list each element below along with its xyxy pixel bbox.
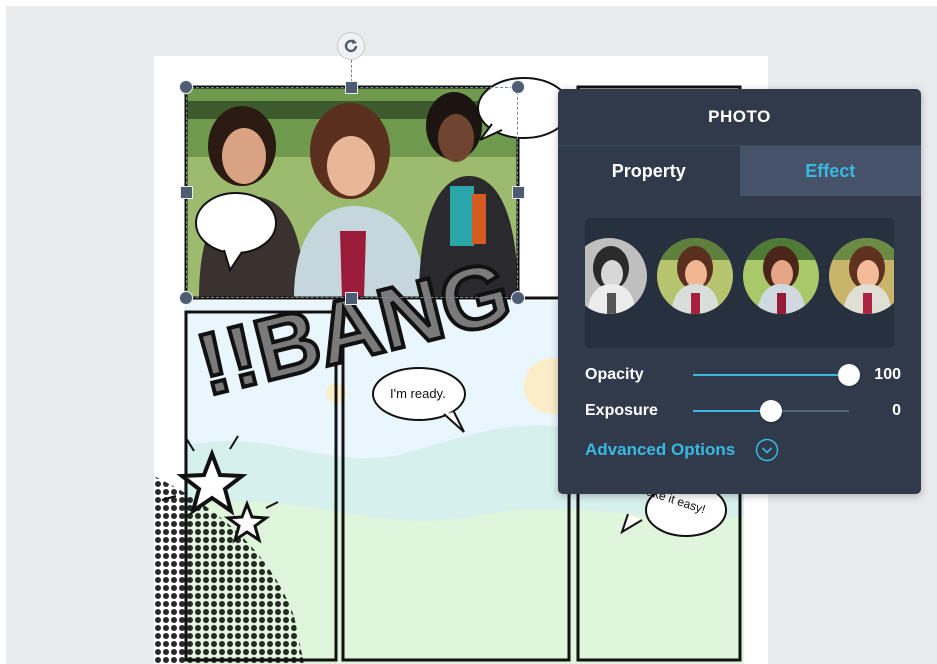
advanced-options-toggle[interactable]: Advanced Options: [585, 437, 779, 463]
filter-list: [585, 218, 894, 348]
tab-effect[interactable]: Effect: [739, 146, 921, 196]
resize-handle-top-right[interactable]: [511, 80, 525, 94]
resize-handle-right[interactable]: [512, 186, 525, 199]
exposure-slider[interactable]: [693, 400, 849, 422]
exposure-slider-knob[interactable]: [760, 400, 782, 422]
exposure-label: Exposure: [585, 402, 658, 419]
filter-thumb-original[interactable]: [829, 238, 894, 314]
opacity-slider-fill: [693, 374, 849, 376]
resize-handle-bottom-left[interactable]: [179, 291, 193, 305]
resize-handle-bottom-right[interactable]: [511, 291, 525, 305]
filter-thumb-black-and-white[interactable]: [585, 238, 647, 314]
advanced-options-label: Advanced Options: [585, 440, 736, 459]
filter-thumb-vivid[interactable]: [743, 238, 819, 314]
resize-handle-left[interactable]: [180, 186, 193, 199]
resize-handle-top[interactable]: [345, 81, 358, 94]
opacity-control: Opacity 100: [585, 363, 901, 387]
filter-thumb-warm[interactable]: [657, 238, 733, 314]
panel-tabs: Property Effect: [558, 145, 921, 196]
bubble-ready-text: I'm ready.: [390, 386, 446, 401]
resize-handle-top-left[interactable]: [179, 80, 193, 94]
opacity-slider-knob[interactable]: [838, 364, 860, 386]
tab-property[interactable]: Property: [558, 146, 740, 196]
rotate-stem: [351, 60, 352, 82]
opacity-slider[interactable]: [693, 364, 860, 386]
resize-handle-bottom[interactable]: [345, 292, 358, 305]
exposure-control: Exposure 0: [585, 399, 901, 423]
rotate-handle-icon[interactable]: [337, 32, 365, 60]
panel-title: PHOTO: [708, 107, 771, 126]
opacity-value: 100: [874, 366, 901, 383]
opacity-label: Opacity: [585, 366, 644, 383]
chevron-down-icon: [755, 438, 779, 462]
photo-panel: PHOTO Property Effect Opacity 100 Exposu…: [558, 89, 921, 494]
exposure-value: 0: [892, 402, 901, 419]
